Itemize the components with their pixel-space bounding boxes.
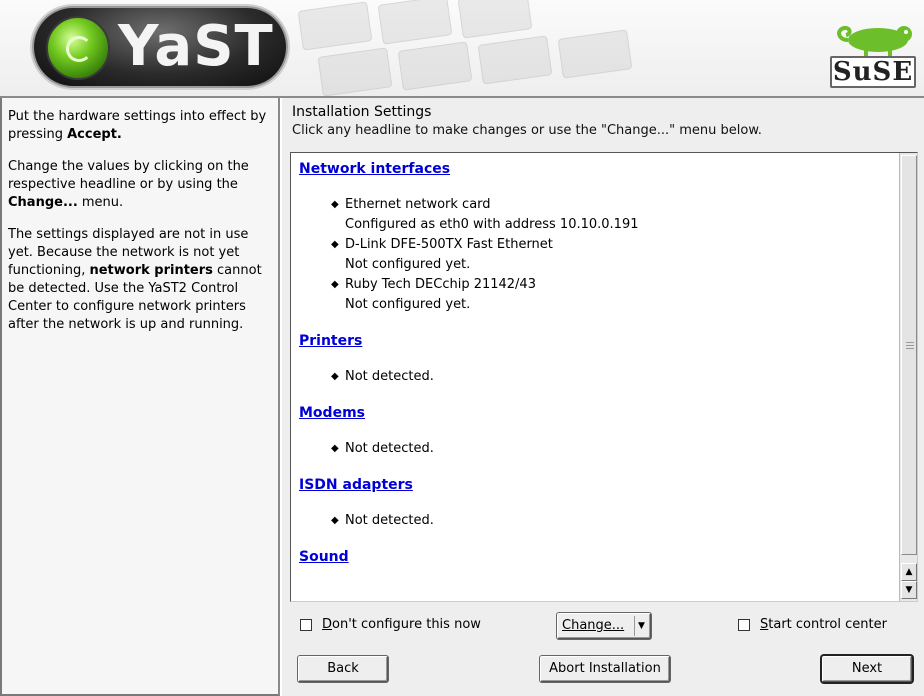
settings-summary-view[interactable]: Network interfaces ◆ Ethernet network car… [290,152,918,602]
section-printers: Printers ◆ Not detected. [299,333,889,387]
main-area: Installation Settings Click any headline… [282,98,924,696]
help-paragraph-3: The settings displayed are not in use ye… [8,226,268,334]
heading-sound[interactable]: Sound [299,549,889,565]
abort-installation-button[interactable]: Abort Installation [540,656,670,682]
help-paragraph-1: Put the hardware settings into effect by… [8,108,268,144]
item-label: D-Link DFE-500TX Fast Ethernet [345,237,553,252]
page-subtitle: Click any headline to make changes or us… [292,123,762,138]
dont-configure-checkbox[interactable]: Don't configure this now [300,617,481,632]
abort-button-label: Abort Installation [549,661,661,676]
change-menu-button[interactable]: Change... ▼ [557,613,651,639]
checkbox-box[interactable] [738,618,750,631]
help-paragraph-2: Change the values by clicking on the res… [8,158,268,212]
page-title: Installation Settings [292,104,432,120]
suse-logo: SuSE [826,18,918,88]
next-button-label: Next [851,661,883,676]
item-status: Configured as eth0 with address 10.10.0.… [345,217,639,232]
item-status: Not detected. [345,441,434,456]
section-sound: Sound [299,549,889,565]
item-status: Not configured yet. [345,297,471,312]
help-panel: Put the hardware settings into effect by… [0,98,280,696]
vertical-scrollbar[interactable]: ▲ ▼ [899,153,917,601]
back-button-label: Back [327,661,359,676]
scroll-down-icon[interactable]: ▼ [901,581,917,599]
yast-logo: YaST [32,6,288,88]
help-bold: network printers [89,263,213,278]
help-bold: Accept. [67,127,122,142]
heading-modems[interactable]: Modems [299,405,889,421]
yast-orb-icon [46,16,110,80]
suse-logo-text: SuSE [830,56,916,88]
chevron-down-icon[interactable]: ▼ [634,616,648,636]
start-control-center-label: Start control center [760,617,887,632]
item-status: Not detected. [345,369,434,384]
change-button-label: Change... [562,618,625,633]
list-item: ◆ Not detected. [329,367,889,387]
help-text: menu. [77,195,124,210]
bullet-icon: ◆ [331,515,339,526]
section-network-interfaces: Network interfaces ◆ Ethernet network car… [299,161,889,315]
back-button[interactable]: Back [298,656,388,682]
heading-network-interfaces[interactable]: Network interfaces [299,161,889,177]
chameleon-icon [837,25,912,56]
scroll-up-icon[interactable]: ▲ [901,563,917,581]
yast-logo-text: YaST [118,14,274,79]
bullet-icon: ◆ [331,239,339,250]
list-item: ◆ D-Link DFE-500TX Fast Ethernet Not confi… [329,235,889,275]
settings-summary-content: Network interfaces ◆ Ethernet network car… [299,161,889,583]
dont-configure-label: Don't configure this now [322,617,481,632]
start-control-center-checkbox[interactable]: Start control center [738,617,887,632]
heading-isdn-adapters[interactable]: ISDN adapters [299,477,889,493]
item-status: Not configured yet. [345,257,471,272]
bullet-icon: ◆ [331,443,339,454]
list-item: ◆ Ethernet network card Configured as eth0… [329,195,889,235]
item-label: Ruby Tech DECchip 21142/43 [345,277,536,292]
next-button[interactable]: Next [822,656,912,682]
item-status: Not detected. [345,513,434,528]
list-item: ◆ Ruby Tech DECchip 21142/43 Not configure… [329,275,889,315]
list-item: ◆ Not detected. [329,511,889,531]
help-text: Put the hardware settings into effect by… [8,109,267,142]
checkbox-box[interactable] [300,618,312,631]
bullet-icon: ◆ [331,279,339,290]
item-label: Ethernet network card [345,197,491,212]
scrollbar-thumb[interactable] [901,155,917,555]
header-banner: YaST SuSE [0,0,924,96]
section-modems: Modems ◆ Not detected. [299,405,889,459]
section-isdn-adapters: ISDN adapters ◆ Not detected. [299,477,889,531]
help-bold: Change... [8,195,78,210]
bullet-icon: ◆ [331,371,339,382]
heading-printers[interactable]: Printers [299,333,889,349]
bullet-icon: ◆ [331,199,339,210]
help-text: Change the values by clicking on the res… [8,159,249,192]
list-item: ◆ Not detected. [329,439,889,459]
